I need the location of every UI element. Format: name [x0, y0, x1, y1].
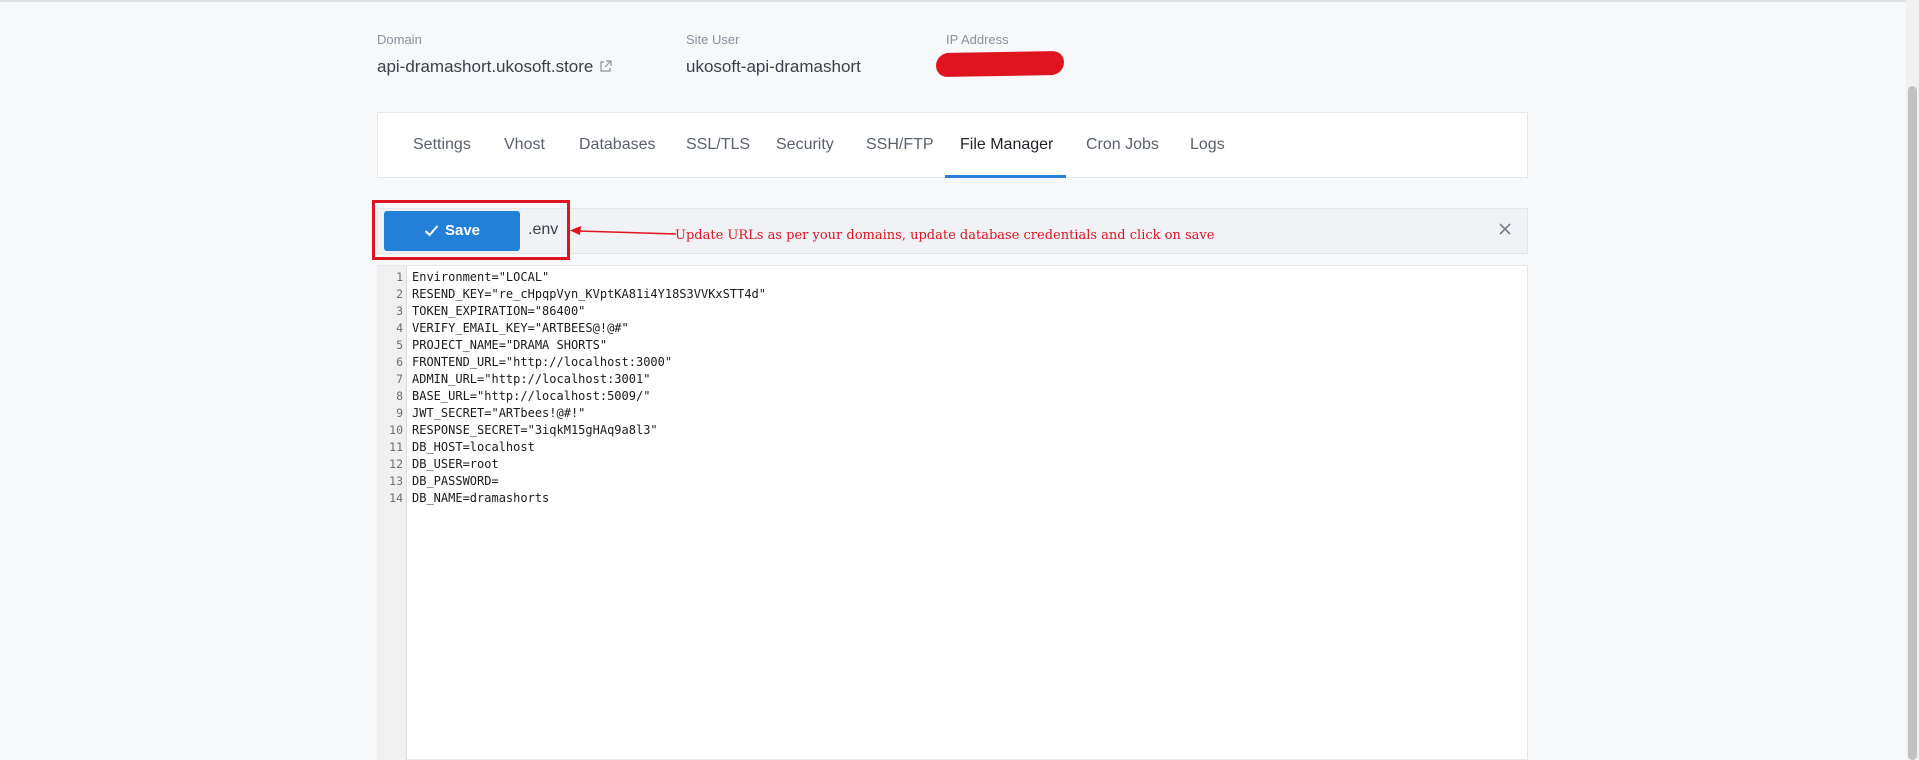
code-line[interactable]: DB_HOST=localhost: [412, 440, 535, 454]
code-line[interactable]: VERIFY_EMAIL_KEY="ARTBEES@!@#": [412, 321, 629, 335]
line-number: 4: [396, 321, 403, 335]
domain-value[interactable]: api-dramashort.ukosoft.store: [377, 57, 612, 78]
top-border: [0, 0, 1919, 2]
code-line[interactable]: DB_USER=root: [412, 457, 499, 471]
ip-redaction-mark: [935, 50, 1065, 78]
site-user-value: ukosoft-api-dramashort: [686, 57, 861, 76]
tab-settings[interactable]: Settings: [413, 113, 471, 177]
site-user-info: Site User ukosoft-api-dramashort: [686, 32, 861, 77]
code-line[interactable]: RESPONSE_SECRET="3iqkM15gHAq9a8l3": [412, 423, 658, 437]
line-number: 6: [396, 355, 403, 369]
code-line[interactable]: TOKEN_EXPIRATION="86400": [412, 304, 585, 318]
scrollbar-thumb[interactable]: [1908, 86, 1917, 760]
annotation-highlight-box: [372, 200, 570, 260]
tab-cron-jobs[interactable]: Cron Jobs: [1086, 113, 1159, 177]
domain-label: Domain: [377, 32, 422, 47]
active-tab-indicator: [945, 175, 1066, 178]
tab-file-manager[interactable]: File Manager: [960, 113, 1053, 177]
code-line[interactable]: JWT_SECRET="ARTbees!@#!": [412, 406, 585, 420]
ip-label: IP Address: [946, 32, 1009, 47]
close-icon[interactable]: [1498, 222, 1512, 241]
page: Domain api-dramashort.ukosoft.store Site…: [0, 0, 1919, 760]
line-number: 1: [396, 270, 403, 284]
tab-ssh-ftp[interactable]: SSH/FTP: [866, 113, 934, 177]
domain-info: Domain api-dramashort.ukosoft.store: [377, 32, 612, 78]
code-line[interactable]: FRONTEND_URL="http://localhost:3000": [412, 355, 672, 369]
code-line[interactable]: Environment="LOCAL": [412, 270, 549, 284]
code-line[interactable]: DB_PASSWORD=: [412, 474, 499, 488]
tab-databases[interactable]: Databases: [579, 113, 656, 177]
code-line[interactable]: RESEND_KEY="re_cHpqpVyn_KVptKA81i4Y18S3V…: [412, 287, 766, 301]
code-line[interactable]: BASE_URL="http://localhost:5009/": [412, 389, 650, 403]
tab-vhost[interactable]: Vhost: [504, 113, 545, 177]
ip-info: IP Address: [946, 32, 1009, 47]
line-number: 12: [389, 457, 403, 471]
line-number: 10: [389, 423, 403, 437]
code-line[interactable]: DB_NAME=dramashorts: [412, 491, 549, 505]
site-user-label: Site User: [686, 32, 740, 47]
domain-link[interactable]: api-dramashort.ukosoft.store: [377, 57, 593, 76]
tab-security[interactable]: Security: [776, 113, 834, 177]
line-number: 8: [396, 389, 403, 403]
line-number: 2: [396, 287, 403, 301]
line-number: 13: [389, 474, 403, 488]
line-number: 9: [396, 406, 403, 420]
tab-logs[interactable]: Logs: [1190, 113, 1225, 177]
line-number: 3: [396, 304, 403, 318]
line-number: 7: [396, 372, 403, 386]
tab-ssl-tls[interactable]: SSL/TLS: [686, 113, 750, 177]
annotation-arrow: [570, 226, 676, 235]
site-tabs: Settings Vhost Databases SSL/TLS Securit…: [377, 112, 1528, 178]
annotation-note: Update URLs as per your domains, update …: [675, 228, 1215, 243]
line-number: 11: [389, 440, 403, 454]
code-line[interactable]: ADMIN_URL="http://localhost:3001": [412, 372, 650, 386]
line-number: 5: [396, 338, 403, 352]
external-link-icon[interactable]: [599, 58, 612, 78]
line-number: 14: [389, 491, 403, 505]
code-line[interactable]: PROJECT_NAME="DRAMA SHORTS": [412, 338, 607, 352]
